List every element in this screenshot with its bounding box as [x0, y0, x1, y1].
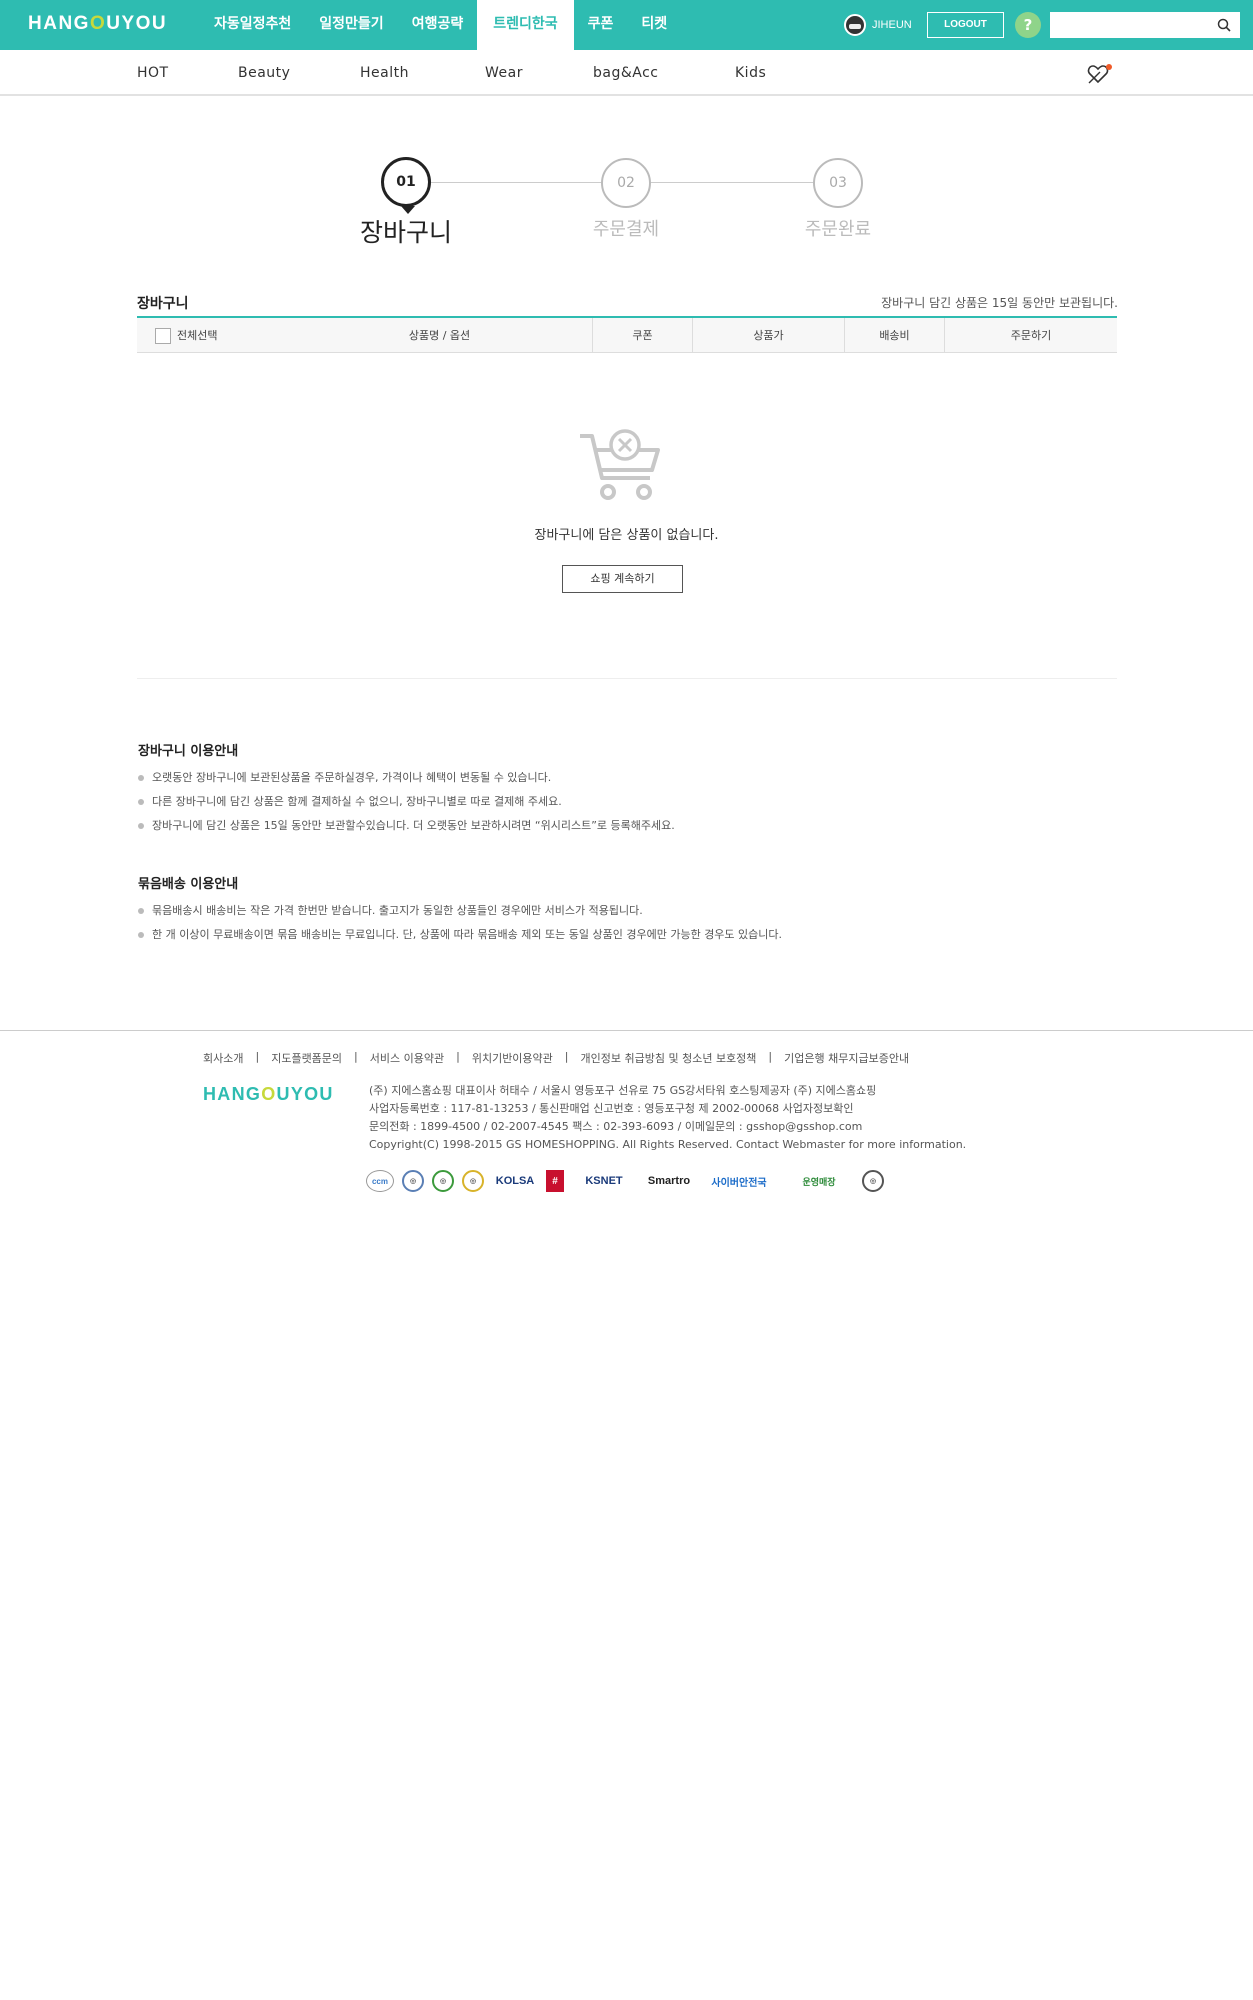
- list-item: 장바구니에 담긴 상품은 15일 동안만 보관할수있습니다. 더 오랫동안 보관…: [138, 814, 675, 838]
- user-info[interactable]: JIHEUN: [844, 14, 912, 36]
- bank-logo-icon: #: [546, 1170, 564, 1192]
- footer-logo[interactable]: HANGOUYOU: [203, 1084, 334, 1105]
- smartro-badge: Smartro: [647, 1175, 691, 1187]
- footer-link-privacy[interactable]: 개인정보 취급방침 및 청소년 보호정책: [581, 1050, 757, 1066]
- step-2-label: 주문결제: [592, 219, 660, 240]
- footer-link-map-inquiry[interactable]: 지도플랫폼문의: [271, 1050, 342, 1066]
- search-box: [1050, 12, 1240, 38]
- company-info: (주) 지에스홈쇼핑 대표이사 허태수 / 서울시 영등포구 선유로 75 GS…: [369, 1082, 966, 1154]
- cart-retention-note: 장바구니 담긴 상품은 15일 동안만 보관됩니다.: [881, 296, 1118, 310]
- company-info-line: 문의전화 : 1899-4500 / 02-2007-4545 팩스 : 02-…: [369, 1120, 863, 1133]
- certification-seal-icon: ◎: [432, 1170, 454, 1192]
- list-item: 묶음배송시 배송비는 작은 가격 한번만 받습니다. 출고지가 동일한 상품들인…: [138, 899, 782, 923]
- avatar: [844, 14, 866, 36]
- step-3-label: 주문완료: [804, 219, 872, 240]
- footer-links: 회사소개 | 지도플랫폼문의 | 서비스 이용약관 | 위치기반이용약관 | 개인정보 …: [203, 1050, 909, 1066]
- column-coupon: 쿠폰: [592, 318, 692, 353]
- column-shipping: 배송비: [844, 318, 944, 353]
- empty-cart-icon: [580, 429, 660, 500]
- category-health[interactable]: Health: [360, 65, 409, 81]
- separator: |: [456, 1050, 460, 1063]
- separator: |: [564, 1050, 569, 1063]
- cart-guide-list: 오랫동안 장바구니에 보관된상품을 주문하실경우, 가격이나 혜택이 변동될 수…: [138, 766, 675, 838]
- search-icon[interactable]: [1216, 17, 1232, 33]
- certification-seal-icon: ◎: [462, 1170, 484, 1192]
- step-1-label: 장바구니: [359, 218, 452, 247]
- company-info-line: 사업자등록번호 : 117-81-13253 / 통신판매업 신고번호 : 영등…: [369, 1102, 854, 1115]
- ksnet-badge: KSNET: [585, 1175, 623, 1187]
- column-order: 주문하기: [944, 318, 1117, 353]
- certification-seal-icon: ◎: [862, 1170, 884, 1192]
- kolsa-badge: KOLSA: [495, 1175, 535, 1187]
- nav-travel-guide[interactable]: 여행공략: [398, 0, 478, 50]
- step-connector: [430, 182, 630, 183]
- bundle-guide-list: 묶음배송시 배송비는 작은 가격 한번만 받습니다. 출고지가 동일한 상품들인…: [138, 899, 782, 947]
- cyber-safety-badge: 사이버안전국: [711, 1177, 767, 1189]
- category-beauty[interactable]: Beauty: [238, 65, 290, 81]
- nav-coupon[interactable]: 쿠폰: [574, 0, 628, 50]
- list-item: 한 개 이상이 무료배송이면 묶음 배송비는 무료입니다. 단, 상품에 따라 …: [138, 923, 782, 947]
- bundle-guide-title: 묶음배송 이용안내: [138, 877, 239, 892]
- section-divider: [137, 678, 1117, 679]
- cart-title: 장바구니: [137, 296, 189, 312]
- nav-auto-schedule[interactable]: 자동일정추천: [200, 0, 305, 50]
- search-input[interactable]: [1050, 12, 1210, 38]
- footer-link-company[interactable]: 회사소개: [203, 1050, 243, 1066]
- select-all-label: 전체선택: [177, 329, 218, 342]
- certification-badges: ccm ◎ ◎ ◎ KOLSA # KSNET Smartro 사이버안전국 운…: [366, 1170, 892, 1192]
- separator: |: [255, 1050, 260, 1063]
- continue-shopping-button[interactable]: 쇼핑 계속하기: [562, 565, 683, 593]
- step-connector: [650, 182, 838, 183]
- separator: |: [768, 1050, 773, 1063]
- footer-link-terms[interactable]: 서비스 이용약관: [370, 1050, 444, 1066]
- wishlist-heart-icon[interactable]: [1086, 62, 1112, 86]
- user-name: JIHEUN: [872, 19, 912, 31]
- category-bar: HOT Beauty Health Wear bag&Acc Kids: [0, 50, 1253, 96]
- cart-table-header: 전체선택 상품명 / 옵션 쿠폰 상품가 배송비 주문하기: [137, 316, 1117, 353]
- category-bag-acc[interactable]: bag&Acc: [593, 65, 659, 81]
- select-all-checkbox[interactable]: [155, 328, 171, 344]
- category-hot[interactable]: HOT: [137, 65, 169, 81]
- empty-cart-message: 장바구니에 담은 상품이 없습니다.: [534, 528, 719, 543]
- nav-trendy-korea[interactable]: 트렌디한국: [477, 0, 574, 50]
- nav-ticket[interactable]: 티켓: [627, 0, 681, 50]
- company-info-line: (주) 지에스홈쇼핑 대표이사 허태수 / 서울시 영등포구 선유로 75 GS…: [369, 1084, 877, 1097]
- list-item: 오랫동안 장바구니에 보관된상품을 주문하실경우, 가격이나 혜택이 변동될 수…: [138, 766, 675, 790]
- column-price: 상품가: [692, 318, 844, 353]
- step-1-circle: 01: [381, 157, 431, 214]
- step-2-circle: 02: [601, 158, 651, 208]
- column-product: 상품명 / 옵션: [408, 329, 471, 342]
- logout-button[interactable]: LOGOUT: [927, 12, 1004, 38]
- footer-link-location-terms[interactable]: 위치기반이용약관: [472, 1050, 553, 1066]
- main-nav: 자동일정추천 일정만들기 여행공략 트렌디한국 쿠폰 티켓: [200, 0, 681, 50]
- footer-divider: [0, 1030, 1253, 1031]
- ccm-badge: ccm: [366, 1170, 394, 1192]
- list-item: 다른 장바구니에 담긴 상품은 함께 결제하실 수 없으니, 장바구니별로 따로…: [138, 790, 675, 814]
- store-operation-badge: 운영매장: [802, 1176, 836, 1187]
- separator: |: [354, 1050, 358, 1063]
- cart-guide-title: 장바구니 이용안내: [138, 744, 239, 759]
- nav-make-schedule[interactable]: 일정만들기: [305, 0, 397, 50]
- help-button[interactable]: ?: [1015, 12, 1041, 38]
- copyright: Copyright(C) 1998-2015 GS HOMESHOPPING. …: [369, 1138, 967, 1151]
- top-bar: HANGOUYOU 자동일정추천 일정만들기 여행공략 트렌디한국 쿠폰 티켓 …: [0, 0, 1253, 50]
- footer-link-bank-guarantee[interactable]: 기업은행 채무지급보증안내: [784, 1050, 909, 1066]
- step-3-circle: 03: [813, 158, 863, 208]
- category-wear[interactable]: Wear: [485, 65, 523, 81]
- certification-seal-icon: ◎: [402, 1170, 424, 1192]
- logo[interactable]: HANGOUYOU: [28, 13, 167, 35]
- category-kids[interactable]: Kids: [735, 65, 766, 81]
- notification-dot: [1106, 64, 1112, 70]
